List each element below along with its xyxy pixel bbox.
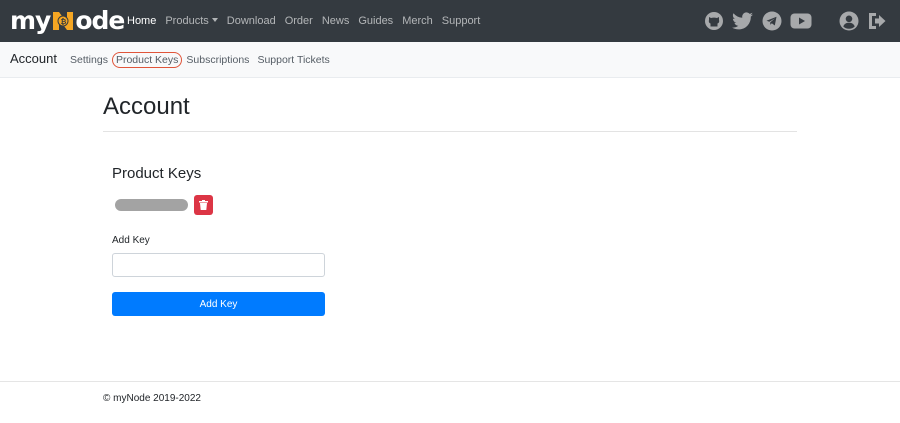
nav-download[interactable]: Download [227, 15, 276, 27]
subnav-links: Settings Product Keys Subscriptions Supp… [70, 42, 338, 78]
main-nav: Home Products Download Order News Guides… [127, 0, 489, 42]
top-navbar: my ₿ ode Home Products Download Order Ne… [0, 0, 900, 42]
user-icon[interactable] [838, 10, 860, 32]
subnav-product-keys[interactable]: Product Keys [111, 52, 183, 68]
delete-key-button[interactable] [194, 195, 213, 215]
nav-products[interactable]: Products [165, 15, 218, 27]
title-divider [103, 131, 797, 132]
telegram-icon[interactable] [761, 10, 783, 32]
social-icons [703, 9, 888, 33]
nav-support[interactable]: Support [442, 15, 481, 27]
brand-logo[interactable]: my ₿ ode [10, 6, 125, 36]
brand-name-right: ode [75, 6, 125, 35]
brand-n-logo-icon: ₿ [51, 8, 75, 34]
nav-order[interactable]: Order [285, 15, 313, 27]
brand-name-left: my [10, 6, 51, 35]
youtube-icon[interactable] [790, 10, 812, 32]
add-key-label: Add Key [112, 235, 150, 246]
subnav-title: Account [10, 51, 57, 66]
nav-merch[interactable]: Merch [402, 15, 433, 27]
logout-icon[interactable] [866, 10, 888, 32]
subnav-subscriptions[interactable]: Subscriptions [186, 54, 249, 66]
page-title: Account [103, 93, 190, 120]
account-subnav: Account Settings Product Keys Subscripti… [0, 42, 900, 78]
section-title-product-keys: Product Keys [112, 165, 202, 182]
nav-home[interactable]: Home [127, 15, 156, 27]
nav-products-label: Products [165, 15, 209, 27]
footer-divider [0, 381, 900, 382]
trash-icon [199, 200, 208, 210]
nav-news[interactable]: News [322, 15, 350, 27]
twitter-icon[interactable] [732, 10, 754, 32]
footer-copyright: © myNode 2019-2022 [103, 393, 201, 404]
product-key-redacted [115, 199, 188, 211]
add-key-input[interactable] [112, 253, 325, 277]
chevron-down-icon [211, 18, 218, 22]
add-key-button[interactable]: Add Key [112, 292, 325, 316]
nav-guides[interactable]: Guides [358, 15, 393, 27]
github-icon[interactable] [703, 10, 725, 32]
subnav-support-tickets[interactable]: Support Tickets [257, 54, 329, 66]
subnav-settings[interactable]: Settings [70, 54, 108, 66]
